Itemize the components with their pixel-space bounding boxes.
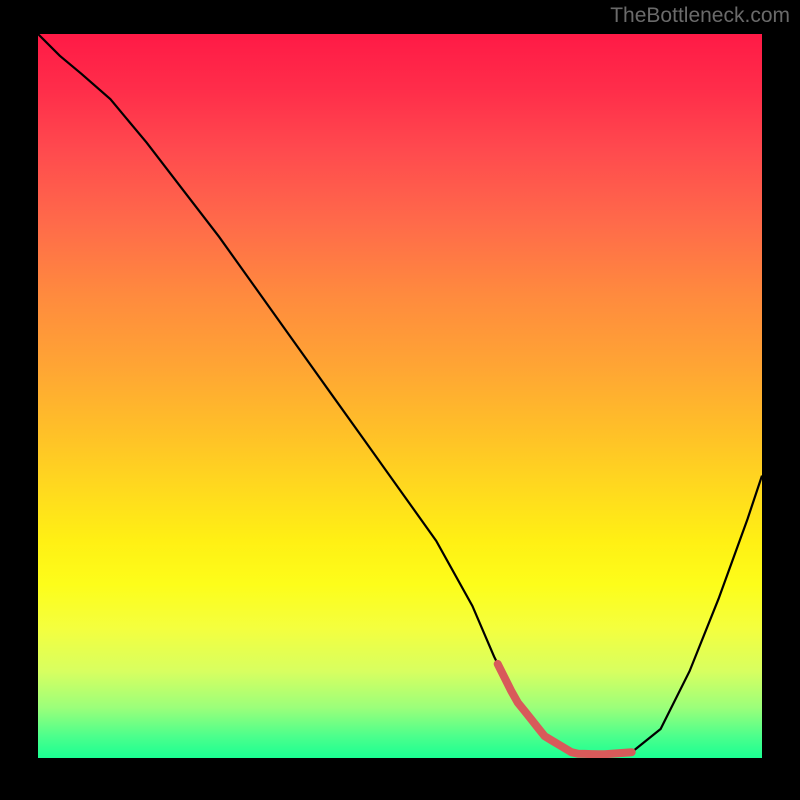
chart-plot-area bbox=[38, 34, 762, 758]
chart-highlight-segment bbox=[498, 664, 632, 754]
chart-svg bbox=[38, 34, 762, 758]
chart-curve bbox=[38, 34, 762, 754]
watermark-text: TheBottleneck.com bbox=[610, 4, 790, 28]
